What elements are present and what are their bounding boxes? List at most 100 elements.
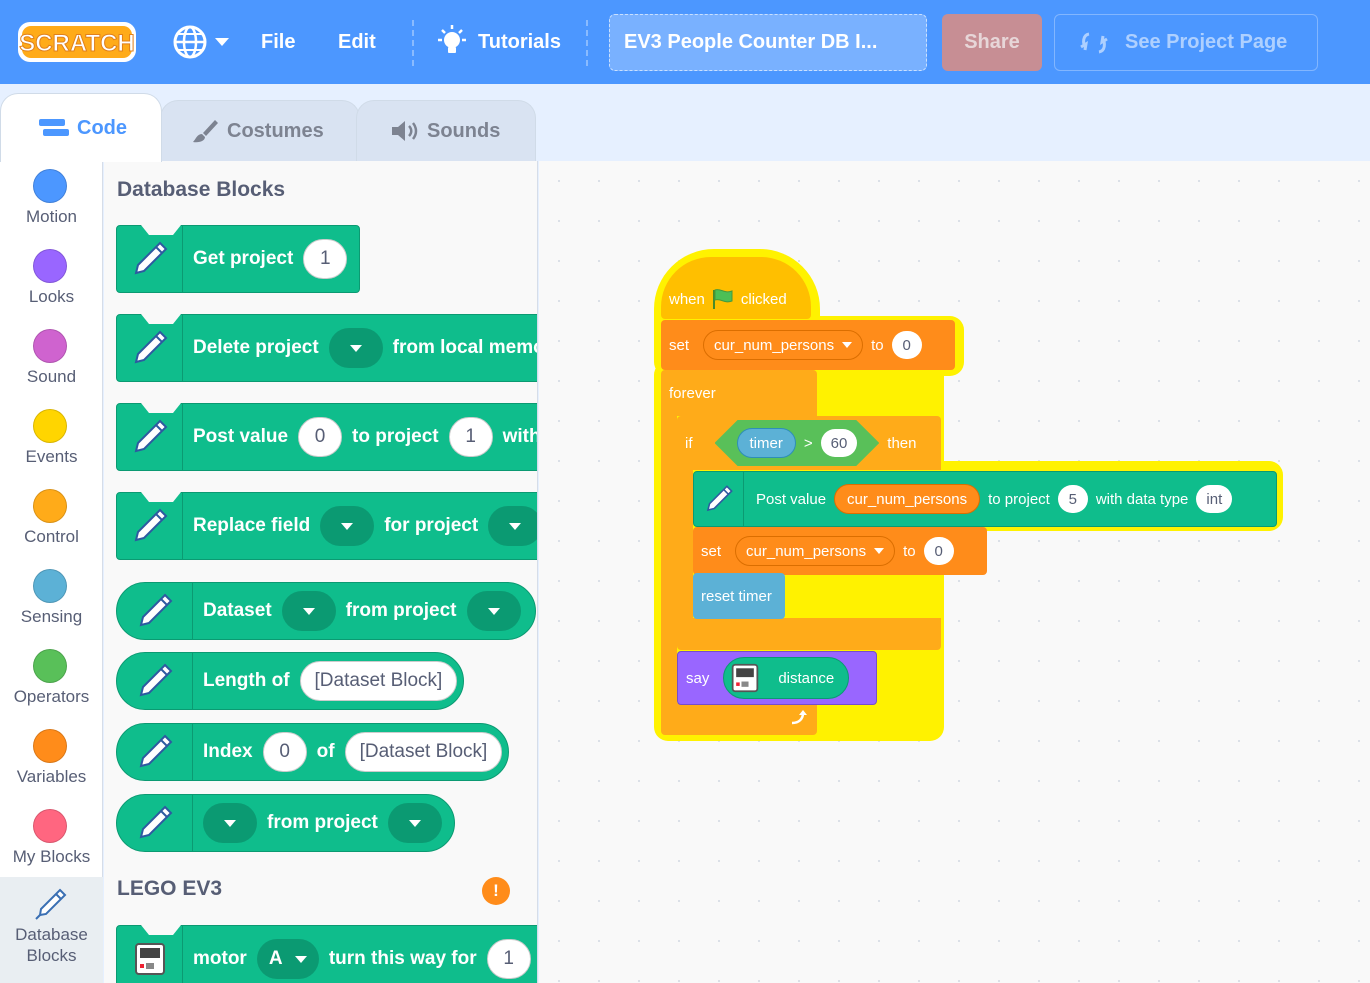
- value-input[interactable]: 0: [891, 331, 922, 359]
- see-project-page-button[interactable]: See Project Page: [1054, 14, 1318, 71]
- category-label-line1: Database: [15, 925, 88, 944]
- if-bottom: [677, 618, 941, 650]
- block-length-of[interactable]: Length of [Dataset Block]: [116, 652, 465, 710]
- sound-dot-icon: [33, 329, 67, 363]
- block-dataset[interactable]: Dataset from project: [116, 582, 536, 640]
- brush-icon: [193, 120, 218, 143]
- tab-costumes[interactable]: Costumes: [160, 100, 360, 161]
- category-database-blocks[interactable]: Database Blocks: [0, 877, 103, 983]
- block-text: set: [701, 542, 722, 560]
- motor-port-dropdown[interactable]: A: [256, 939, 319, 979]
- category-events[interactable]: Events: [0, 403, 103, 483]
- block-text: when: [669, 290, 705, 308]
- category-my-blocks[interactable]: My Blocks: [0, 803, 103, 883]
- field-dropdown[interactable]: [203, 803, 257, 843]
- tutorials-label: Tutorials: [478, 30, 561, 53]
- code-workspace[interactable]: when clicked set cur_num_persons to 0 fo…: [539, 161, 1370, 983]
- block-text: motor: [193, 948, 247, 969]
- block-reset-timer[interactable]: reset timer: [693, 573, 785, 619]
- block-text: from project: [345, 600, 457, 621]
- category-sensing[interactable]: Sensing: [0, 563, 103, 643]
- index-input[interactable]: 0: [262, 732, 307, 772]
- category-operators[interactable]: Operators: [0, 643, 103, 723]
- block-post-value[interactable]: Post value 0 to project 1 with: [116, 403, 537, 471]
- variable-dropdown[interactable]: cur_num_persons: [703, 330, 864, 360]
- file-menu[interactable]: File: [261, 0, 295, 84]
- pen-icon: [35, 888, 67, 920]
- category-looks[interactable]: Looks: [0, 243, 103, 323]
- block-text: say: [686, 669, 710, 687]
- chevron-down-icon: [842, 342, 853, 348]
- block-when-flag-clicked[interactable]: when clicked: [661, 257, 811, 319]
- dataset-dropdown[interactable]: [281, 591, 336, 631]
- block-replace-field[interactable]: Replace field for project: [116, 492, 537, 560]
- category-control[interactable]: Control: [0, 483, 103, 563]
- category-sound[interactable]: Sound: [0, 323, 103, 403]
- code-icon: [39, 119, 69, 136]
- project-number-input[interactable]: 5: [1057, 485, 1088, 513]
- control-dot-icon: [33, 489, 67, 523]
- block-set-variable[interactable]: set cur_num_persons to 0: [693, 527, 987, 575]
- block-text: clicked: [740, 290, 787, 308]
- language-menu[interactable]: [172, 0, 230, 84]
- block-get-project[interactable]: Get project 1: [116, 225, 361, 293]
- block-motor-turn[interactable]: motor A turn this way for 1: [116, 925, 537, 983]
- share-button[interactable]: Share: [942, 14, 1042, 71]
- block-index[interactable]: Index 0 of [Dataset Block]: [116, 723, 510, 781]
- see-project-page-label: See Project Page: [1125, 31, 1288, 53]
- block-forever[interactable]: forever: [661, 370, 817, 416]
- block-text: for project: [384, 515, 479, 536]
- greater-than-operator[interactable]: timer > 60: [714, 420, 880, 466]
- category-motion[interactable]: Motion: [0, 163, 103, 243]
- variable-reporter[interactable]: cur_num_persons: [834, 484, 981, 514]
- project-number-input[interactable]: 1: [303, 239, 348, 279]
- remix-arrows-icon: [1080, 32, 1108, 53]
- pen-icon: [117, 315, 183, 381]
- timer-reporter[interactable]: timer: [736, 428, 796, 458]
- field-dropdown[interactable]: [320, 506, 375, 546]
- dataset-block-slot[interactable]: [Dataset Block]: [299, 661, 458, 701]
- block-text: set: [669, 336, 690, 354]
- value-input[interactable]: 60: [820, 429, 858, 457]
- category-label: Events: [25, 447, 78, 466]
- pen-icon: [117, 493, 183, 559]
- block-set-variable[interactable]: set cur_num_persons to 0: [661, 320, 955, 370]
- data-type-input[interactable]: int: [1196, 485, 1233, 513]
- category-variables[interactable]: Variables: [0, 723, 103, 803]
- operator-symbol: >: [803, 434, 813, 452]
- block-text: of: [316, 741, 335, 762]
- block-if[interactable]: if timer > 60 then: [677, 416, 941, 470]
- tutorials-button[interactable]: Tutorials: [434, 0, 561, 84]
- block-delete-project[interactable]: Delete project from local memo: [116, 314, 537, 382]
- project-dropdown[interactable]: [488, 506, 537, 546]
- project-dropdown[interactable]: [328, 328, 383, 368]
- edit-menu[interactable]: Edit: [338, 0, 376, 84]
- value-input[interactable]: 0: [923, 537, 954, 565]
- block-field-from-project[interactable]: from project: [116, 794, 455, 852]
- distance-reporter[interactable]: distance: [723, 657, 850, 699]
- block-say[interactable]: say distance: [677, 651, 877, 705]
- tab-code-label: Code: [77, 116, 127, 139]
- dataset-block-slot[interactable]: [Dataset Block]: [344, 732, 503, 772]
- loop-arrow-icon: [791, 710, 807, 725]
- block-post-value[interactable]: Post value cur_num_persons to project 5 …: [693, 471, 1277, 527]
- menu-divider: [586, 20, 588, 66]
- chevron-down-icon: [215, 38, 229, 46]
- project-title-input[interactable]: EV3 People Counter DB I...: [609, 14, 927, 71]
- project-number-input[interactable]: 1: [448, 417, 493, 457]
- project-dropdown[interactable]: [387, 803, 442, 843]
- duration-input[interactable]: 1: [486, 939, 531, 979]
- block-text: if: [685, 434, 693, 452]
- ev3-brick-icon: [732, 663, 759, 693]
- variable-dropdown[interactable]: cur_num_persons: [735, 536, 896, 566]
- project-dropdown[interactable]: [466, 591, 521, 631]
- block-palette: Database Blocks Get project 1 Delete pro…: [104, 161, 538, 983]
- tab-sounds[interactable]: Sounds: [356, 100, 536, 161]
- block-text: Get project: [193, 248, 294, 269]
- tab-code[interactable]: Code: [0, 93, 162, 162]
- value-input[interactable]: 0: [298, 417, 343, 457]
- looks-dot-icon: [33, 249, 67, 283]
- category-label: Operators: [13, 687, 90, 706]
- scratch-logo[interactable]: SCRATCH: [16, 18, 138, 66]
- warning-icon[interactable]: !: [482, 877, 510, 905]
